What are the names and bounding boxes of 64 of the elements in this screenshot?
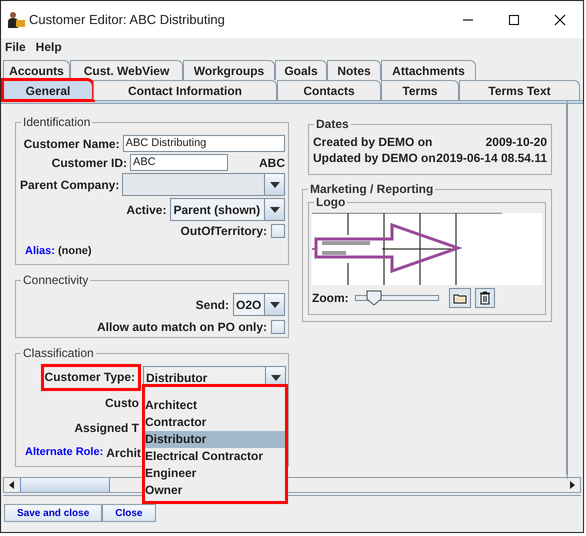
field-label: Parent Company: (19, 176, 120, 194)
open-folder-button[interactable] (448, 288, 471, 308)
group-title: Connectivity (21, 272, 90, 288)
alternate-role-link[interactable]: Alternate Role: (25, 444, 104, 461)
dialog-button[interactable]: Save and close (4, 504, 102, 522)
menu-item[interactable]: Help (36, 38, 62, 56)
field-label: Custo (104, 394, 139, 412)
dropdown-button[interactable] (264, 294, 284, 315)
scroll-thumb[interactable] (20, 478, 110, 492)
dropdown-option[interactable]: Owner (145, 482, 285, 499)
window-title: Customer Editor: ABC Distributing (29, 10, 225, 29)
caret-down-icon (270, 374, 280, 380)
updated-label: Updated by DEMO on (313, 150, 436, 165)
menu-item[interactable]: File (5, 38, 26, 56)
tab[interactable]: Accounts (3, 60, 70, 80)
tab[interactable]: Contacts (277, 80, 381, 100)
tab[interactable]: Notes (327, 60, 381, 80)
dropdown-button[interactable] (264, 199, 284, 220)
dropdown-option[interactable]: Electrical Contractor (145, 448, 285, 465)
updated-date: 2019-06-14 08.54.11 (436, 150, 547, 165)
text-field[interactable]: ABC (130, 154, 228, 171)
caret-down-icon (270, 302, 280, 308)
zoom-label: Zoom: (312, 290, 349, 307)
created-label: Created by DEMO on (313, 134, 432, 149)
created-date: 2009-10-20 (486, 134, 547, 149)
field-label: Customer Name: (22, 136, 121, 152)
field-label: Customer ID: (50, 154, 128, 172)
checkbox[interactable] (271, 320, 285, 334)
trash-icon (478, 291, 491, 305)
field-label: Send: (196, 296, 229, 314)
dropdown-button[interactable] (264, 174, 284, 195)
dropdown-option[interactable]: Architect (145, 397, 285, 414)
field-label: Customer Type: (41, 364, 141, 391)
combo-box[interactable]: O2O (233, 293, 285, 316)
slider-thumb[interactable] (366, 290, 382, 306)
tab[interactable]: Terms Text (459, 80, 580, 100)
checkbox[interactable] (271, 224, 285, 238)
folder-icon (452, 292, 467, 304)
tab[interactable]: Workgroups (183, 60, 275, 80)
text-field[interactable]: ABC Distributing (122, 135, 285, 152)
alias-link[interactable]: Alias: (25, 242, 55, 260)
tab[interactable]: Terms (381, 80, 459, 100)
tab[interactable]: Goals (275, 60, 327, 80)
caret-down-icon (270, 182, 280, 188)
group-title: Marketing / Reporting (308, 181, 436, 197)
person-with-folder-icon (7, 10, 25, 28)
delete-button[interactable] (474, 288, 495, 308)
field-label: Assigned T (73, 420, 139, 436)
dropdown-option[interactable]: Engineer (145, 465, 285, 482)
field-label: Active: (125, 202, 168, 218)
alternate-role-value: Archit (106, 444, 141, 462)
field-label: OutOfTerritory: (180, 223, 267, 240)
tab[interactable]: General (3, 80, 93, 100)
combo-box[interactable]: Parent (shown) (170, 198, 285, 221)
dialog-button[interactable]: Close (102, 504, 156, 522)
alias-value: (none) (58, 244, 92, 259)
dropdown-option[interactable]: Distributor (145, 431, 285, 448)
tab[interactable]: Contact Information (93, 80, 277, 100)
customer-id-value: ABC (259, 154, 285, 172)
tab[interactable]: Cust. WebView (70, 60, 183, 80)
field-label: Allow auto match on PO only: (96, 319, 267, 336)
caret-down-icon (270, 206, 280, 212)
tab[interactable]: Attachments (381, 60, 476, 80)
dropdown-option[interactable]: Contractor (145, 414, 285, 431)
